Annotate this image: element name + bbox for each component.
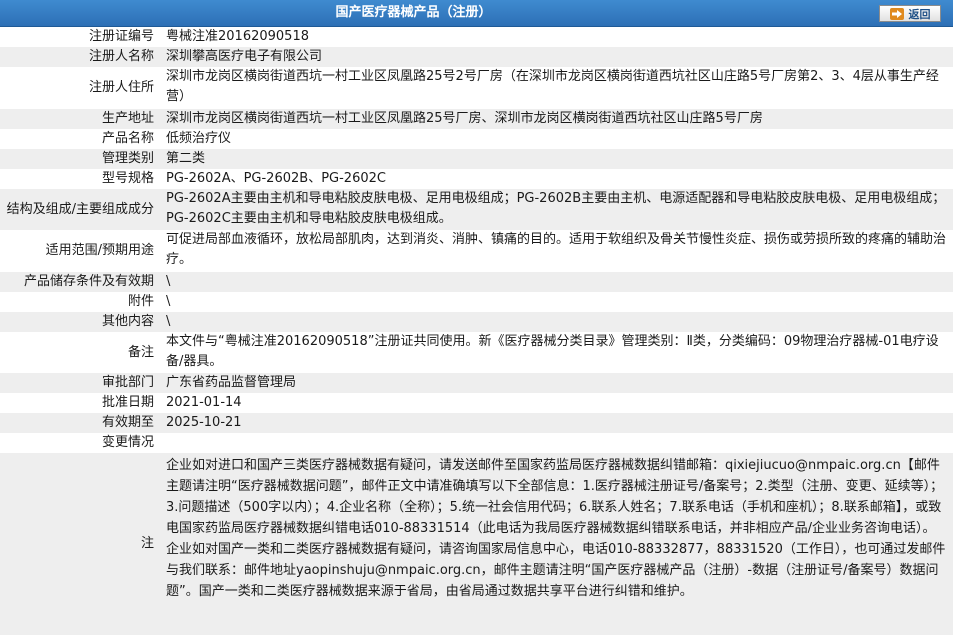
field-value xyxy=(158,433,953,453)
field-label: 生产地址 xyxy=(101,111,154,126)
field-value: 深圳市龙岗区横岗街道西坑一村工业区凤凰路25号2号厂房（在深圳市龙岗区横岗街道西… xyxy=(166,69,939,104)
field-label: 适用范围/预期用途 xyxy=(45,243,154,258)
row-storage-conditions: 产品储存条件及有效期 \ xyxy=(0,272,953,292)
field-value: 深圳攀高医疗电子有限公司 xyxy=(166,49,323,64)
field-label: 管理类别 xyxy=(101,151,154,166)
field-label: 注 xyxy=(140,536,154,551)
field-value: 本文件与“粤械注准20162090518”注册证共同使用。新《医疗器械分类目录》… xyxy=(166,334,939,369)
field-label: 注册证编号 xyxy=(88,29,154,44)
row-attachments: 附件 \ xyxy=(0,292,953,312)
field-label: 附件 xyxy=(127,294,154,309)
row-other-content: 其他内容 \ xyxy=(0,312,953,332)
title-bar: 国产医疗器械产品（注册） 返回 xyxy=(0,0,953,27)
row-change-history: 变更情况 xyxy=(0,433,953,453)
row-approval-department: 审批部门 广东省药品监督管理局 xyxy=(0,373,953,393)
row-model-spec: 型号规格 PG-2602A、PG-2602B、PG-2602C xyxy=(0,169,953,189)
field-label: 审批部门 xyxy=(101,375,154,390)
field-label: 有效期至 xyxy=(101,415,154,430)
field-value: 2021-01-14 xyxy=(166,395,242,410)
field-value: \ xyxy=(166,294,171,309)
row-management-category: 管理类别 第二类 xyxy=(0,149,953,169)
field-label: 注册人住所 xyxy=(88,80,154,95)
field-label-text: 结构及组成/主要组成成分 xyxy=(6,201,154,217)
field-value: 低频治疗仪 xyxy=(166,131,232,146)
field-value: PG-2602A主要由主机和导电粘胶皮肤电极、足用电极组成；PG-2602B主要… xyxy=(166,191,946,226)
field-value-note: 企业如对进口和国产三类医疗器械数据有疑问，请发送邮件至国家药监局医疗器械数据纠错… xyxy=(166,458,946,599)
field-label: 其他内容 xyxy=(101,314,154,329)
field-label: 产品名称 xyxy=(101,131,154,146)
row-registrant-address: 注册人住所 深圳市龙岗区横岗街道西坑一村工业区凤凰路25号2号厂房（在深圳市龙岗… xyxy=(0,67,953,109)
field-value: 可促进局部血液循环，放松局部肌肉，达到消炎、消肿、镇痛的目的。适用于软组织及骨关… xyxy=(166,232,947,267)
page-title: 国产医疗器械产品（注册） xyxy=(335,5,492,20)
row-valid-until: 有效期至 2025-10-21 xyxy=(0,413,953,433)
row-note: 注 企业如对进口和国产三类医疗器械数据有疑问，请发送邮件至国家药监局医疗器械数据… xyxy=(0,453,953,635)
field-value: 深圳市龙岗区横岗街道西坑一村工业区凤凰路25号厂房、深圳市龙岗区横岗街道西坑社区… xyxy=(166,111,763,126)
field-label: 注册人名称 xyxy=(88,49,154,64)
field-label: 产品储存条件及有效期 xyxy=(23,274,154,289)
row-registrant-name: 注册人名称 深圳攀高医疗电子有限公司 xyxy=(0,47,953,67)
row-product-name: 产品名称 低频治疗仪 xyxy=(0,129,953,149)
row-registration-number: 注册证编号 粤械注准20162090518 xyxy=(0,27,953,47)
row-structure-composition: 结构及组成/主要组成成分 PG-2602A主要由主机和导电粘胶皮肤电极、足用电极… xyxy=(0,189,953,230)
field-value: 2025-10-21 xyxy=(166,415,242,430)
field-label: 变更情况 xyxy=(101,435,154,450)
field-value: 粤械注准20162090518 xyxy=(166,29,309,44)
detail-table: 注册证编号 粤械注准20162090518 注册人名称 深圳攀高医疗电子有限公司… xyxy=(0,27,953,635)
field-label: 结构及组成/主要组成成分 xyxy=(0,189,158,230)
back-button-label: 返回 xyxy=(908,7,931,21)
field-value: PG-2602A、PG-2602B、PG-2602C xyxy=(166,171,386,186)
field-value: 第二类 xyxy=(166,151,206,166)
row-production-address: 生产地址 深圳市龙岗区横岗街道西坑一村工业区凤凰路25号厂房、深圳市龙岗区横岗街… xyxy=(0,109,953,129)
field-value: 广东省药品监督管理局 xyxy=(166,375,297,390)
field-value: \ xyxy=(166,274,171,289)
row-approval-date: 批准日期 2021-01-14 xyxy=(0,393,953,413)
field-label: 批准日期 xyxy=(101,395,154,410)
field-label: 备注 xyxy=(127,344,154,360)
field-label: 型号规格 xyxy=(101,171,154,186)
back-button[interactable]: 返回 xyxy=(879,5,941,22)
row-intended-use: 适用范围/预期用途 可促进局部血液循环，放松局部肌肉，达到消炎、消肿、镇痛的目的… xyxy=(0,230,953,272)
arrow-right-icon xyxy=(889,7,904,20)
row-remarks: 备注 本文件与“粤械注准20162090518”注册证共同使用。新《医疗器械分类… xyxy=(0,332,953,373)
field-value: \ xyxy=(166,314,171,329)
